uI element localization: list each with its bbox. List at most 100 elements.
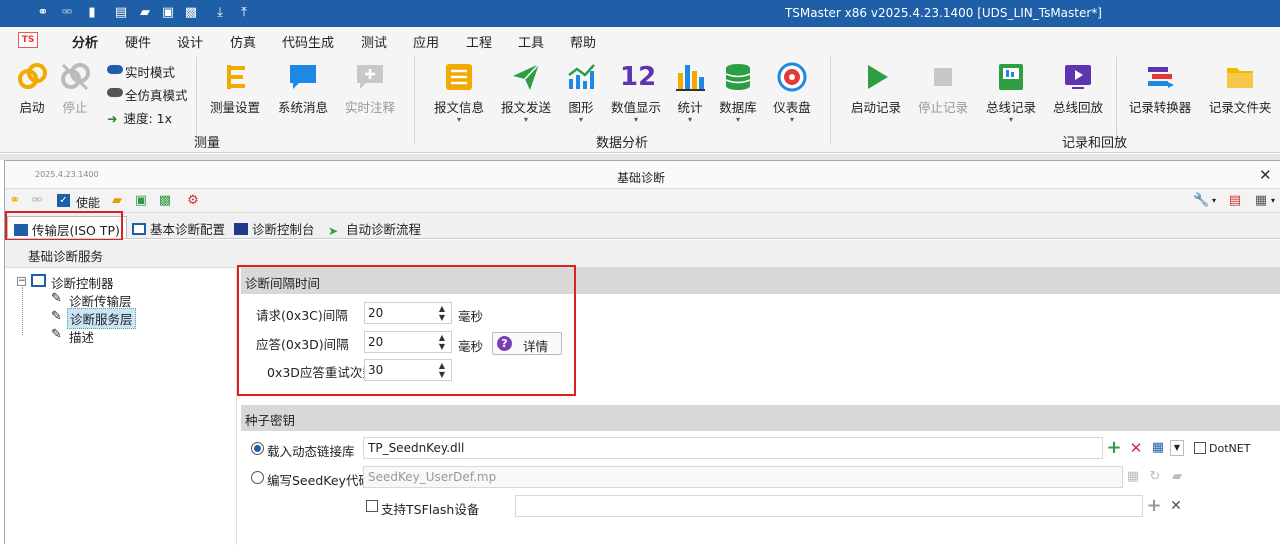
console-icon <box>234 223 248 235</box>
ribbon-divider <box>830 57 831 143</box>
chevron-down-icon[interactable]: ▾ <box>1212 196 1216 205</box>
menu-help[interactable]: 帮助 <box>570 32 596 51</box>
open-folder-icon[interactable]: ▰ <box>109 193 125 209</box>
dropdown-arrow-icon: ▾ <box>687 115 692 124</box>
tab-diag-console[interactable]: 诊断控制台 <box>228 216 321 238</box>
start-button[interactable]: 启动 <box>12 61 52 116</box>
bus-replay-button[interactable]: 总线回放 <box>1048 61 1108 116</box>
menu-codegen[interactable]: 代码生成 <box>282 32 334 51</box>
ribbon-divider <box>1116 57 1117 143</box>
gauge-icon <box>776 61 808 93</box>
app-logo[interactable]: TS <box>18 32 38 48</box>
export-icon[interactable]: ▩ <box>157 193 173 209</box>
connect-icon[interactable]: ⚭ <box>7 193 23 209</box>
wrench-icon[interactable]: 🔧 <box>1193 193 1209 209</box>
chevron-down-icon[interactable]: ▾ <box>1271 196 1275 205</box>
panel-version: 2025.4.23.1400 <box>35 170 99 179</box>
import-icon[interactable]: ▣ <box>133 193 149 209</box>
delete-icon[interactable]: ✕ <box>1168 498 1184 514</box>
panel-title: 基础诊断 <box>617 171 666 185</box>
database-icon <box>722 61 754 93</box>
toggle-off-icon <box>107 88 123 97</box>
stop-button[interactable]: 停止 <box>55 61 95 116</box>
open-folder-icon[interactable]: ▰ <box>1169 469 1185 485</box>
menu-project[interactable]: 工程 <box>466 32 492 51</box>
panel-options-icon[interactable]: ▦ <box>1253 193 1269 209</box>
add-icon[interactable]: + <box>1146 497 1162 515</box>
tree-node-controller[interactable]: 诊断控制器 <box>51 273 114 292</box>
menu-apps[interactable]: 应用 <box>413 32 439 51</box>
code-path-input[interactable]: SeedKey_UserDef.mp <box>363 466 1123 488</box>
load-dll-label: 载入动态链接库 <box>267 444 355 459</box>
tree-node-service-selected[interactable]: 诊断服务层 <box>67 308 136 329</box>
write-code-radio[interactable] <box>251 471 264 484</box>
bus-recording-button[interactable]: 总线记录 ▾ <box>981 61 1041 124</box>
new-file-icon[interactable]: ▤ <box>113 5 129 21</box>
window-layout-icon[interactable]: ▤ <box>1227 193 1243 209</box>
record-file-icon <box>995 61 1027 93</box>
link-icon[interactable]: ⚭ <box>35 5 51 21</box>
unlink-icon[interactable]: ⚮ <box>59 5 75 21</box>
numeric-display-button[interactable]: 12 数值显示 ▾ <box>607 61 665 124</box>
sub-header: 基础诊断服务 <box>5 240 1280 268</box>
group-label-analysis: 数据分析 <box>596 136 649 151</box>
collapse-icon[interactable]: − <box>17 277 26 286</box>
start-recording-button[interactable]: 启动记录 <box>846 61 906 116</box>
chevron-down-icon[interactable]: ▼ <box>1170 440 1184 456</box>
add-icon[interactable]: + <box>1106 439 1122 457</box>
menu-hardware[interactable]: 硬件 <box>125 32 151 51</box>
tree-node-description[interactable]: 描述 <box>69 327 94 346</box>
tsflash-label: 支持TSFlash设备 <box>381 502 480 517</box>
window-icon <box>132 223 146 235</box>
message-list-icon <box>443 61 475 93</box>
save-as-icon[interactable]: ▩ <box>183 5 199 21</box>
tsflash-input[interactable] <box>515 495 1143 517</box>
upload-icon[interactable]: ⤒ <box>236 5 252 21</box>
grid-icon[interactable]: ▦ <box>1150 440 1166 456</box>
download-icon[interactable]: ⤓ <box>212 5 228 21</box>
graphics-button[interactable]: 图形 ▾ <box>561 61 601 124</box>
menu-tools[interactable]: 工具 <box>518 32 544 51</box>
realtime-comment-button[interactable]: 实时注释 <box>340 61 400 116</box>
tab-auto-diag-flow[interactable]: ➤ 自动诊断流程 <box>322 216 427 238</box>
dashboard-button[interactable]: 仪表盘 ▾ <box>770 61 814 124</box>
speed-selector[interactable]: ➜ 速度: 1x <box>107 108 172 127</box>
highlight-box-interval <box>237 265 576 396</box>
disconnect-icon[interactable]: ⚮ <box>29 193 45 209</box>
menu-design[interactable]: 设计 <box>177 32 203 51</box>
comment-icon[interactable]: ▮ <box>84 5 100 21</box>
open-folder-icon[interactable]: ▰ <box>137 5 153 21</box>
statistics-button[interactable]: 统计 ▾ <box>672 61 708 124</box>
dotnet-checkbox[interactable] <box>1194 442 1206 454</box>
menu-simulation[interactable]: 仿真 <box>230 32 256 51</box>
diag-settings-icon[interactable]: ⚙ <box>185 193 201 209</box>
save-icon[interactable]: ▣ <box>160 5 176 21</box>
realtime-mode-toggle[interactable]: 实时模式 <box>107 62 175 81</box>
dll-path-input[interactable]: TP_SeednKey.dll <box>363 437 1103 459</box>
stop-recording-button[interactable]: 停止记录 <box>913 61 973 116</box>
line-chart-icon <box>565 61 597 93</box>
grid-icon[interactable]: ▦ <box>1125 469 1141 485</box>
record-converter-button[interactable]: 记录转换器 <box>1124 61 1196 116</box>
menu-test[interactable]: 测试 <box>361 32 387 51</box>
measure-setup-button[interactable]: 测量设置 <box>205 61 265 116</box>
write-code-label: 编写SeedKey代码 <box>267 473 371 488</box>
enable-checkbox[interactable]: ✓ <box>57 194 70 207</box>
refresh-icon[interactable]: ↻ <box>1147 469 1163 485</box>
tsflash-checkbox[interactable] <box>366 500 378 512</box>
system-message-button[interactable]: 系统消息 <box>273 61 333 116</box>
load-dll-radio[interactable] <box>251 442 264 455</box>
pencil-icon: ✎ <box>51 309 62 324</box>
message-send-button[interactable]: 报文发送 ▾ <box>496 61 556 124</box>
database-button[interactable]: 数据库 ▾ <box>716 61 760 124</box>
ribbon-divider <box>196 57 197 143</box>
full-sim-mode-toggle[interactable]: 全仿真模式 <box>107 85 188 104</box>
tab-basic-config[interactable]: 基本诊断配置 <box>126 216 231 238</box>
close-icon[interactable]: ✕ <box>1259 166 1272 184</box>
tab-bar: 传输层(ISO TP) 基本诊断配置 诊断控制台 ➤ 自动诊断流程 <box>5 213 1280 239</box>
delete-icon[interactable]: ✕ <box>1128 440 1144 456</box>
menu-analysis[interactable]: 分析 <box>72 32 99 56</box>
message-info-button[interactable]: 报文信息 ▾ <box>429 61 489 124</box>
menu-bar: TS 分析 硬件 设计 仿真 代码生成 测试 应用 工程 工具 帮助 <box>0 27 1280 56</box>
record-folder-button[interactable]: 记录文件夹 <box>1204 61 1276 116</box>
